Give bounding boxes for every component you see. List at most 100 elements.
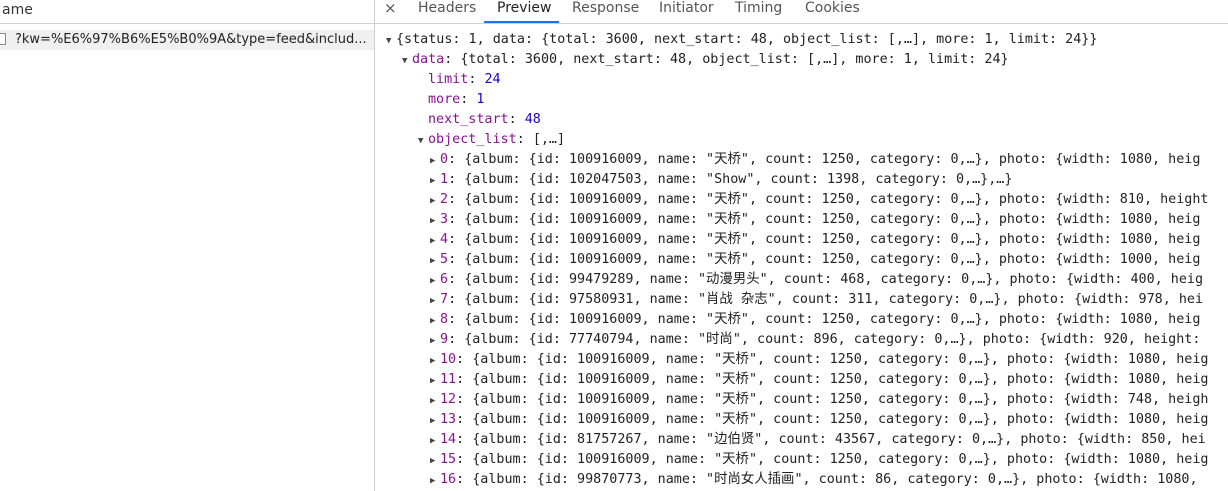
collapsed-triangle-icon[interactable]: ▶ — [430, 311, 440, 331]
item-index: 2 — [440, 192, 449, 207]
item-summary: {album: {id: 100916009, name: "天桥", coun… — [464, 232, 1201, 247]
item-index: 1 — [440, 172, 449, 187]
list-item[interactable]: ▶ 14: {album: {id: 81757267, name: "边伯贤",… — [375, 430, 1228, 450]
collapsed-triangle-icon[interactable]: ▶ — [430, 171, 440, 191]
item-summary: {album: {id: 77740794, name: "时尚", count… — [464, 332, 1201, 347]
field-row-next-start[interactable]: next_start: 48 — [375, 110, 1228, 130]
item-summary: {album: {id: 100916009, name: "天桥", coun… — [472, 452, 1209, 467]
field-key: more — [428, 92, 461, 107]
tab-headers[interactable]: Headers — [418, 0, 476, 23]
item-index: 9 — [440, 332, 449, 347]
item-index: 14 — [440, 432, 457, 447]
field-value: 24 — [484, 72, 501, 87]
tab-response[interactable]: Response — [572, 0, 640, 23]
collapsed-triangle-icon[interactable]: ▶ — [430, 151, 440, 171]
list-item[interactable]: ▶ 3: {album: {id: 100916009, name: "天桥", … — [375, 210, 1228, 230]
tree-data-row[interactable]: ▼ data: {total: 3600, next_start: 48, obj… — [375, 50, 1228, 70]
item-summary: {album: {id: 100916009, name: "天桥", coun… — [472, 412, 1209, 427]
close-icon[interactable]: × — [384, 0, 397, 18]
item-summary: {album: {id: 100916009, name: "天桥", coun… — [464, 152, 1201, 167]
collapsed-triangle-icon[interactable]: ▶ — [430, 191, 440, 211]
list-item[interactable]: ▶ 15: {album: {id: 100916009, name: "天桥",… — [375, 450, 1228, 470]
request-list-panel: ame ?kw=%E6%97%B6%E5%B0%9A&type=feed&inc… — [0, 0, 374, 491]
collapsed-triangle-icon[interactable]: ▶ — [430, 471, 440, 491]
tab-timing[interactable]: Timing — [735, 0, 783, 23]
field-key: limit — [428, 72, 469, 87]
collapsed-triangle-icon[interactable]: ▶ — [430, 371, 440, 391]
item-summary: {album: {id: 100916009, name: "天桥", coun… — [464, 312, 1201, 327]
collapsed-triangle-icon[interactable]: ▶ — [430, 451, 440, 471]
item-summary: {album: {id: 99870773, name: "时尚女人插画", c… — [472, 472, 1198, 487]
tree-root-row[interactable]: ▼ {status: 1, data: {total: 3600, next_st… — [375, 30, 1228, 50]
collapsed-triangle-icon[interactable]: ▶ — [430, 251, 440, 271]
item-index: 5 — [440, 252, 449, 267]
request-name[interactable]: ?kw=%E6%97%B6%E5%B0%9A&type=feed&includ.… — [15, 30, 367, 50]
tab-initiator[interactable]: Initiator — [659, 0, 715, 23]
collapsed-triangle-icon[interactable]: ▶ — [430, 291, 440, 311]
collapsed-triangle-icon[interactable]: ▶ — [430, 391, 440, 411]
collapsed-triangle-icon[interactable]: ▶ — [430, 411, 440, 431]
list-item[interactable]: ▶ 5: {album: {id: 100916009, name: "天桥", … — [375, 250, 1228, 270]
details-panel: × Headers Preview Response Initiator Tim… — [375, 0, 1228, 491]
list-item[interactable]: ▶ 0: {album: {id: 100916009, name: "天桥", … — [375, 150, 1228, 170]
collapsed-triangle-icon[interactable]: ▶ — [430, 351, 440, 371]
collapsed-triangle-icon[interactable]: ▶ — [430, 331, 440, 351]
field-row-limit[interactable]: limit: 24 — [375, 70, 1228, 90]
item-summary: {album: {id: 100916009, name: "天桥", coun… — [472, 392, 1209, 407]
item-index: 10 — [440, 352, 457, 367]
expanded-triangle-icon[interactable]: ▼ — [386, 31, 396, 51]
tab-preview[interactable]: Preview — [484, 0, 559, 23]
item-index: 8 — [440, 312, 449, 327]
list-item[interactable]: ▶ 9: {album: {id: 77740794, name: "时尚", c… — [375, 330, 1228, 350]
list-item[interactable]: ▶ 4: {album: {id: 100916009, name: "天桥", … — [375, 230, 1228, 250]
list-item[interactable]: ▶ 7: {album: {id: 97580931, name: "肖战 杂志"… — [375, 290, 1228, 310]
list-item[interactable]: ▶ 2: {album: {id: 100916009, name: "天桥", … — [375, 190, 1228, 210]
expanded-triangle-icon[interactable]: ▼ — [402, 51, 412, 71]
name-column-header[interactable]: ame — [0, 0, 374, 24]
field-value: 1 — [476, 92, 485, 107]
item-summary: {album: {id: 100916009, name: "天桥", coun… — [472, 352, 1209, 367]
list-item[interactable]: ▶ 12: {album: {id: 100916009, name: "天桥",… — [375, 390, 1228, 410]
item-summary: {album: {id: 97580931, name: "肖战 杂志", co… — [464, 292, 1204, 307]
item-index: 12 — [440, 392, 457, 407]
data-summary: {total: 3600, next_start: 48, object_lis… — [460, 52, 1009, 67]
field-row-more[interactable]: more: 1 — [375, 90, 1228, 110]
item-index: 15 — [440, 452, 457, 467]
collapsed-triangle-icon[interactable]: ▶ — [430, 431, 440, 451]
item-index: 16 — [440, 472, 457, 487]
request-checkbox-icon[interactable] — [0, 33, 6, 45]
collapsed-triangle-icon[interactable]: ▶ — [430, 211, 440, 231]
tree-object-list-row[interactable]: ▼ object_list: [,…] — [375, 130, 1228, 150]
json-preview-tree: ▼ {status: 1, data: {total: 3600, next_st… — [375, 30, 1228, 490]
item-summary: {album: {id: 99479289, name: "动漫男头", cou… — [464, 272, 1204, 287]
item-index: 6 — [440, 272, 449, 287]
root-summary: {status: 1, data: {total: 3600, next_sta… — [396, 32, 1098, 47]
object-list-summary: [,…] — [532, 132, 566, 147]
list-item[interactable]: ▶ 8: {album: {id: 100916009, name: "天桥", … — [375, 310, 1228, 330]
item-summary: {album: {id: 100916009, name: "天桥", coun… — [464, 192, 1209, 207]
item-index: 11 — [440, 372, 457, 387]
expanded-triangle-icon[interactable]: ▼ — [418, 131, 428, 151]
request-row[interactable]: ?kw=%E6%97%B6%E5%B0%9A&type=feed&includ.… — [0, 30, 374, 50]
item-index: 13 — [440, 412, 457, 427]
item-summary: {album: {id: 81757267, name: "边伯贤", coun… — [472, 432, 1206, 447]
item-summary: {album: {id: 100916009, name: "天桥", coun… — [472, 372, 1209, 387]
object-list-key: object_list — [428, 132, 517, 147]
list-item[interactable]: ▶ 6: {album: {id: 99479289, name: "动漫男头",… — [375, 270, 1228, 290]
item-index: 4 — [440, 232, 449, 247]
field-value: 48 — [524, 112, 541, 127]
collapsed-triangle-icon[interactable]: ▶ — [430, 271, 440, 291]
item-index: 7 — [440, 292, 449, 307]
collapsed-triangle-icon[interactable]: ▶ — [430, 231, 440, 251]
list-item[interactable]: ▶ 13: {album: {id: 100916009, name: "天桥",… — [375, 410, 1228, 430]
list-item[interactable]: ▶ 16: {album: {id: 99870773, name: "时尚女人插… — [375, 470, 1228, 490]
item-summary: {album: {id: 100916009, name: "天桥", coun… — [464, 252, 1201, 267]
details-tabbar: × Headers Preview Response Initiator Tim… — [375, 0, 1228, 24]
tab-cookies[interactable]: Cookies — [805, 0, 861, 23]
list-item[interactable]: ▶ 11: {album: {id: 100916009, name: "天桥",… — [375, 370, 1228, 390]
item-index: 0 — [440, 152, 449, 167]
item-summary: {album: {id: 100916009, name: "天桥", coun… — [464, 212, 1201, 227]
list-item[interactable]: ▶ 1: {album: {id: 102047503, name: "Show"… — [375, 170, 1228, 190]
item-index: 3 — [440, 212, 449, 227]
list-item[interactable]: ▶ 10: {album: {id: 100916009, name: "天桥",… — [375, 350, 1228, 370]
